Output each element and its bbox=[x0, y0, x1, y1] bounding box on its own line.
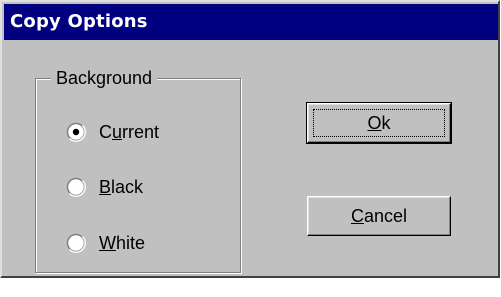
radio-selected-icon bbox=[66, 122, 86, 142]
radio-current[interactable]: Current bbox=[66, 121, 159, 143]
radio-white[interactable]: White bbox=[66, 232, 145, 254]
radio-unselected-icon bbox=[66, 233, 86, 253]
dialog-title: Copy Options bbox=[10, 11, 148, 32]
radio-current-label: Current bbox=[99, 122, 160, 142]
radio-black[interactable]: Black bbox=[66, 176, 143, 198]
background-group-label: Background bbox=[51, 68, 158, 88]
cancel-button[interactable]: Cancel bbox=[307, 196, 451, 236]
cancel-button-label: Cancel bbox=[350, 205, 408, 226]
title-bar[interactable]: Copy Options bbox=[4, 4, 498, 40]
ok-button-label: Ok bbox=[367, 112, 391, 133]
radio-unselected-icon bbox=[66, 177, 86, 197]
copy-options-dialog: Copy Options Background Current Black Wh… bbox=[0, 0, 500, 278]
radio-white-label: White bbox=[99, 233, 146, 253]
ok-button[interactable]: Ok bbox=[306, 102, 452, 144]
radio-black-label: Black bbox=[99, 177, 144, 197]
